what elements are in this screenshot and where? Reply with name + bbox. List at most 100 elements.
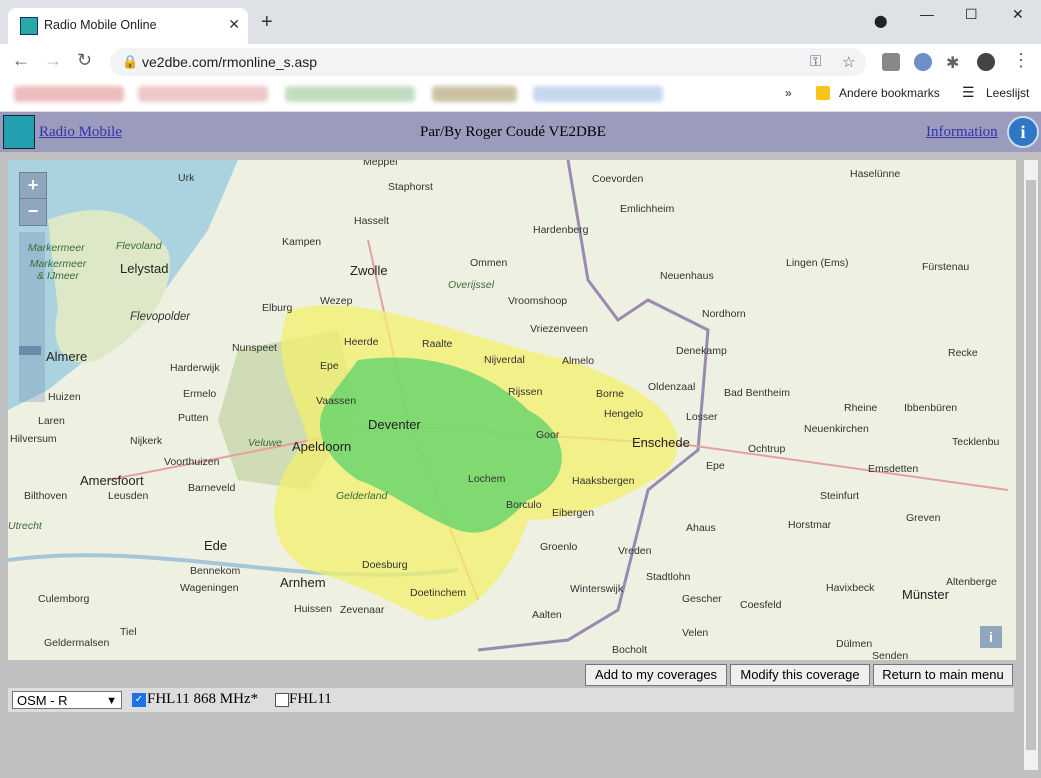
bookmark-item[interactable] [138,86,268,102]
address-bar[interactable]: 🔒 ve2dbe.com/rmonline_s.asp ⚿ ☆ [110,48,866,76]
place-label: Markermeer [28,242,85,254]
place-label: Ermelo [183,388,217,400]
place-label: Enschede [632,435,690,450]
place-label: Elburg [262,302,293,314]
place-label: Almere [46,349,88,364]
menu-icon[interactable]: ⋮ [1012,50,1030,71]
return-main-menu-button[interactable]: Return to main menu [873,664,1013,686]
place-label: Horstmar [788,519,832,531]
reading-list[interactable]: Leeslijst [986,86,1029,100]
bookmark-item[interactable] [432,86,517,102]
place-label: Rijssen [508,386,543,398]
avatar[interactable] [977,53,995,71]
place-label: Denekamp [676,345,727,357]
place-label: Culemborg [38,593,90,605]
place-label: Ede [204,538,228,553]
place-label: Bad Bentheim [724,387,790,399]
map-type-value: OSM - R [17,693,68,708]
layer2-checkbox[interactable] [275,693,289,707]
place-label: Putten [178,412,209,424]
byline: Par/By Roger Coudé VE2DBE [420,124,606,140]
forward-icon[interactable]: → [44,50,62,71]
place-label: Bocholt [612,644,648,656]
tab-close-icon[interactable]: ✕ [228,16,240,33]
place-label: Winterswijk [570,583,624,595]
information-link[interactable]: Information [926,124,998,141]
place-label: Overijssel [448,279,495,291]
place-label: Doetinchem [410,587,467,599]
place-label: Neuenhaus [660,270,714,282]
pdf-extension-icon[interactable] [882,53,900,71]
zoom-slider-handle[interactable] [19,346,41,355]
back-icon[interactable]: ← [12,50,30,71]
place-label: Amersfoort [80,473,144,488]
bookmarks-overflow-icon[interactable]: » [785,86,792,100]
place-label: Havixbeck [826,582,875,594]
place-label: Urk [178,172,195,184]
place-label: Epe [706,460,725,472]
tab-favicon-icon [20,17,38,35]
place-label: Altenberge [946,576,997,588]
place-label: Nunspeet [232,342,277,354]
bookmark-item[interactable] [285,86,415,102]
place-label: Oldenzaal [648,381,696,393]
place-label: Laren [38,415,65,427]
add-to-coverages-button[interactable]: Add to my coverages [585,664,727,686]
place-label: Ahaus [686,522,716,534]
place-label: Ommen [470,257,508,269]
place-label: Fürstenau [922,261,970,273]
place-label: Hengelo [604,408,644,420]
modify-coverage-button[interactable]: Modify this coverage [730,664,870,686]
place-label: Tecklenbu [952,436,1000,448]
browser-tab-strip: Radio Mobile Online ✕ + ⬤ — ☐ ✕ [0,0,1041,44]
reload-icon[interactable]: ↻ [77,50,92,71]
place-label: Lochem [468,473,506,485]
key-icon[interactable]: ⚿ [810,53,821,70]
place-label: Borculo [506,499,542,511]
place-label: Stadtlohn [646,571,691,583]
close-window-icon[interactable]: ✕ [1012,6,1024,23]
other-bookmarks[interactable]: Andere bookmarks [839,86,940,100]
place-label: Lingen (Ems) [786,257,849,269]
tab-search-icon[interactable]: ⬤ [874,14,887,28]
place-label: Nordhorn [702,308,746,320]
extension-icon[interactable] [914,53,932,71]
place-label: Staphorst [388,181,433,193]
browser-toolbar: ← → ↻ 🔒 ve2dbe.com/rmonline_s.asp ⚿ ☆ ✱ … [0,44,1041,79]
place-label: Voorthuizen [164,456,220,468]
new-tab-icon[interactable]: + [261,11,273,34]
zoom-in-button[interactable]: + [19,172,47,200]
place-label: Hardenberg [533,224,589,236]
bookmark-item[interactable] [533,86,663,102]
place-label: Wageningen [180,582,239,594]
browser-tab[interactable]: Radio Mobile Online ✕ [8,8,248,44]
place-label: Wezep [320,295,353,307]
bookmark-item[interactable] [14,86,124,102]
minimize-icon[interactable]: — [920,6,934,22]
maximize-icon[interactable]: ☐ [965,6,978,23]
place-label: Epe [320,360,339,372]
place-label: Harderwijk [170,362,220,374]
place-label: Bilthoven [24,490,68,502]
place-label: Geldermalsen [44,637,110,649]
coverage-map[interactable]: + − i Meppel Coevorden Haselünne Urk Sta… [8,160,1016,660]
layer1-checkbox[interactable]: ✓ [132,693,146,707]
place-label: Senden [872,650,909,660]
place-label: Utrecht [8,520,42,532]
page-scrollbar[interactable] [1024,160,1038,770]
info-icon[interactable]: i [1007,116,1039,148]
url-text: ve2dbe.com/rmonline_s.asp [142,54,318,70]
place-label: Almelo [562,355,595,367]
map-info-button[interactable]: i [980,626,1002,648]
zoom-out-button[interactable]: − [19,198,47,226]
puzzle-icon[interactable]: ✱ [946,53,964,72]
place-label: Vaassen [316,395,357,407]
bookmark-star-icon[interactable]: ☆ [842,53,855,71]
folder-icon [816,86,830,100]
place-label: Vroomshoop [508,295,568,307]
place-label: Arnhem [280,575,326,590]
map-type-select[interactable]: OSM - R ▼ [12,691,122,709]
scrollbar-thumb[interactable] [1026,180,1036,750]
home-link[interactable]: Radio Mobile [39,124,122,141]
place-label: Doesburg [362,559,408,571]
